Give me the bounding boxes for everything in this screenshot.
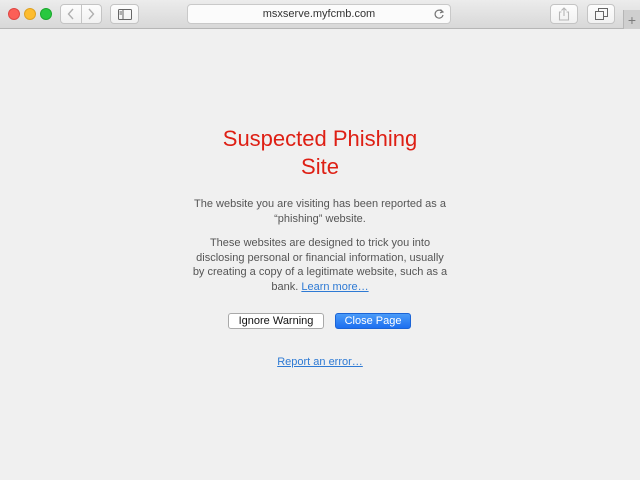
plus-icon: + [627,11,637,28]
reload-icon[interactable] [433,8,445,20]
ignore-warning-button[interactable]: Ignore Warning [228,313,324,329]
warning-title: Suspected Phishing Site [170,125,470,181]
share-icon [558,7,570,21]
tab-overview-button[interactable] [587,4,615,24]
report-error-container: Report an error… [240,356,400,368]
phishing-warning-page: Suspected Phishing Site The website you … [0,29,640,480]
sidebar-button[interactable] [110,4,139,24]
browser-toolbar: msxserve.myfcmb.com + [0,0,640,29]
warning-title-line1: Suspected Phishing [222,126,418,151]
address-bar[interactable]: msxserve.myfcmb.com [187,4,451,24]
minimize-window-button[interactable] [24,8,36,20]
chevron-right-icon [88,8,95,20]
new-tab-button[interactable]: + [623,10,640,29]
close-page-button[interactable]: Close Page [335,313,411,329]
forward-button[interactable] [80,5,102,23]
zoom-window-button[interactable] [40,8,52,20]
warning-paragraph-explanation: These websites are designed to trick you… [190,236,450,294]
sidebar-icon [117,8,132,20]
report-error-link[interactable]: Report an error… [277,356,363,368]
share-button[interactable] [550,4,578,24]
close-window-button[interactable] [8,8,20,20]
back-button[interactable] [61,5,81,23]
learn-more-link[interactable]: Learn more… [301,281,368,293]
chevron-left-icon [67,8,74,20]
navigation-buttons [60,4,102,24]
tabs-overview-icon [594,8,608,20]
warning-paragraph-reported: The website you are visiting has been re… [194,198,446,225]
warning-title-line2: Site [301,154,339,179]
url-text: msxserve.myfcmb.com [262,8,376,20]
